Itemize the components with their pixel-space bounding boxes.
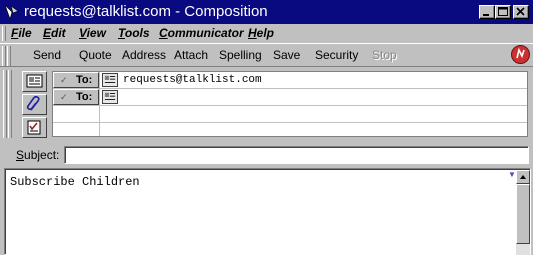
menu-view-label: View xyxy=(79,26,106,40)
menu-help-label: Help xyxy=(248,26,275,40)
composition-window: requests@talklist.com - Composition File… xyxy=(0,0,533,255)
menu-help[interactable]: Help xyxy=(248,25,274,41)
menu-communicator-label: Communicator xyxy=(159,26,244,40)
address-grip[interactable] xyxy=(3,70,7,138)
recipient-type-label: To: xyxy=(76,91,93,103)
send-button[interactable]: Send xyxy=(33,47,61,63)
maximize-icon xyxy=(498,7,508,16)
menu-bar: File Edit View Tools Communicator Help xyxy=(0,24,533,42)
recipient-row-empty[interactable] xyxy=(53,123,527,136)
recipient-type-label: To: xyxy=(76,74,93,86)
menu-edit-label: Edit xyxy=(43,26,66,40)
options-tab[interactable] xyxy=(22,117,47,138)
vertical-scrollbar[interactable] xyxy=(516,170,530,255)
subject-row: Subject: xyxy=(0,144,533,166)
attachments-tab[interactable] xyxy=(22,94,47,115)
address-card-icon xyxy=(26,74,43,88)
message-options-icon xyxy=(27,120,41,135)
chevron-down-icon: ▼ xyxy=(508,170,516,179)
toolbar-grip-2[interactable] xyxy=(7,46,11,66)
security-button[interactable]: Security xyxy=(315,47,358,63)
netscape-throbber-icon[interactable] xyxy=(511,45,530,64)
netscape-composer-icon xyxy=(3,3,21,21)
address-tabs xyxy=(20,70,49,138)
menu-communicator[interactable]: Communicator xyxy=(159,25,244,41)
recipient-type-dropdown[interactable]: ✓ To: xyxy=(53,89,99,105)
address-card-icon xyxy=(102,73,118,87)
scroll-up-button[interactable] xyxy=(516,170,530,184)
subject-label: Subject: xyxy=(16,148,60,162)
scroll-thumb[interactable] xyxy=(516,184,530,244)
recipient-row-empty[interactable] xyxy=(53,106,527,123)
netscape-logo-icon xyxy=(516,47,525,59)
address-tab[interactable] xyxy=(22,71,47,92)
message-body-editor[interactable]: Subscribe Children ▼ xyxy=(4,168,531,255)
dropdown-arrow-icon: ✓ xyxy=(60,75,68,85)
arrow-up-icon xyxy=(520,175,526,179)
recipient-row[interactable]: ✓ To: requests@talklist.com xyxy=(53,72,527,89)
menu-file[interactable]: File xyxy=(11,25,32,41)
recipient-address-field[interactable]: requests@talklist.com xyxy=(123,73,262,87)
menu-file-label: File xyxy=(11,26,32,40)
title-bar[interactable]: requests@talklist.com - Composition xyxy=(0,0,533,24)
paperclip-icon xyxy=(26,95,40,111)
spelling-button[interactable]: Spelling xyxy=(219,47,262,63)
address-button[interactable]: Address xyxy=(122,47,166,63)
stop-button[interactable]: Stop xyxy=(372,47,397,63)
maximize-button[interactable] xyxy=(495,5,511,19)
close-button[interactable] xyxy=(513,5,529,19)
close-icon xyxy=(516,7,525,16)
recipient-list: ✓ To: requests@talklist.com ✓ To: xyxy=(52,71,528,137)
address-area: ✓ To: requests@talklist.com ✓ To: xyxy=(0,68,533,140)
window-title: requests@talklist.com - Composition xyxy=(24,3,268,20)
attach-button[interactable]: Attach xyxy=(174,47,208,63)
recipient-type-dropdown[interactable]: ✓ To: xyxy=(53,72,99,88)
recipient-row[interactable]: ✓ To: xyxy=(53,89,527,106)
subject-input[interactable] xyxy=(64,146,529,164)
menu-tools[interactable]: Tools xyxy=(118,25,150,41)
dropdown-arrow-icon: ✓ xyxy=(60,92,68,102)
toolbar-grip[interactable] xyxy=(2,46,6,66)
menubar-grip[interactable] xyxy=(2,26,6,41)
save-button[interactable]: Save xyxy=(273,47,300,63)
toolbar: Send Quote Address Attach Spelling Save … xyxy=(0,43,533,67)
menu-view[interactable]: View xyxy=(79,25,106,41)
minimize-icon xyxy=(483,14,489,16)
address-grip-2[interactable] xyxy=(8,70,12,138)
menu-edit[interactable]: Edit xyxy=(43,25,66,41)
address-card-icon xyxy=(102,90,118,104)
quote-button[interactable]: Quote xyxy=(79,47,112,63)
message-body-text[interactable]: Subscribe Children xyxy=(10,175,140,189)
minimize-button[interactable] xyxy=(479,5,495,19)
menu-tools-label: Tools xyxy=(118,26,150,40)
